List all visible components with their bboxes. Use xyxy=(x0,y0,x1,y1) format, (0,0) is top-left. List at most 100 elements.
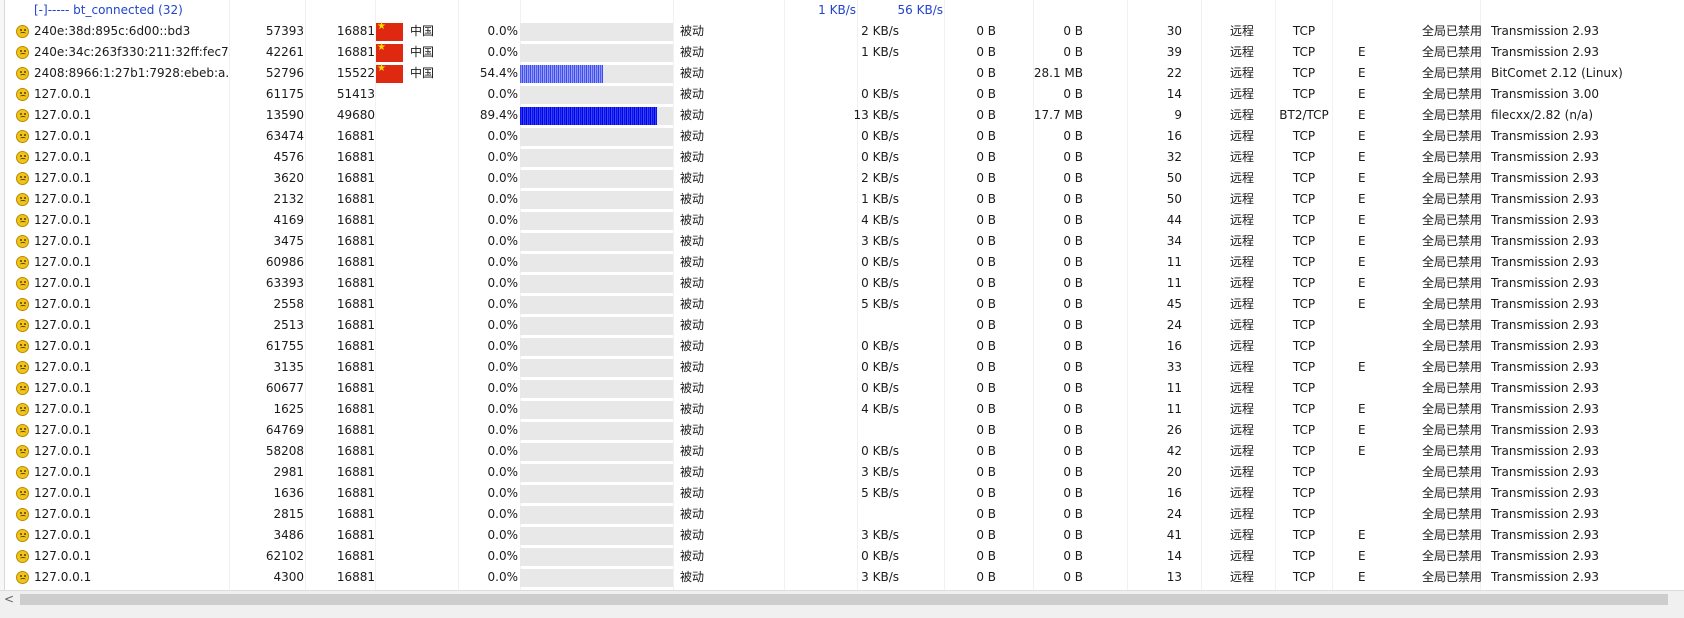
group-header-label[interactable]: [-]----- bt_connected (32) xyxy=(34,0,234,21)
connection-mode: 被动 xyxy=(680,171,705,185)
encryption-flag xyxy=(1358,378,1378,399)
scroll-thumb[interactable] xyxy=(20,594,1668,605)
scroll-left-icon[interactable]: < xyxy=(2,592,16,606)
peer-speed: 0 KB/s xyxy=(861,549,899,563)
peer-row[interactable]: 127.0.0.1 60677 16881 0.0% 被动 0 KB/s 0 B 0 B 11 远… xyxy=(6,378,1684,399)
left-edge xyxy=(0,0,5,590)
peer-status-face-icon xyxy=(16,46,29,59)
encryption-flag: E xyxy=(1358,171,1366,185)
peer-row[interactable]: 127.0.0.1 60986 16881 0.0% 被动 0 KB/s 0 B 0 B 11 远… xyxy=(6,252,1684,273)
peer-speed: 3 KB/s xyxy=(861,465,899,479)
peer-speed xyxy=(790,315,899,336)
peer-port: 42261 xyxy=(265,45,304,59)
peer-progress-text: 0.0% xyxy=(487,297,519,311)
peer-row[interactable]: 127.0.0.1 1625 16881 0.0% 被动 4 KB/s 0 B 0 B 11 远程… xyxy=(6,399,1684,420)
downloaded: 0 B xyxy=(976,150,996,164)
uploaded: 0 B xyxy=(1063,234,1083,248)
peer-progress-bar xyxy=(520,296,673,314)
peer-speed: 1 KB/s xyxy=(861,192,899,206)
encryption-flag: E xyxy=(1358,213,1366,227)
peer-row[interactable]: 127.0.0.1 3486 16881 0.0% 被动 3 KB/s 0 B 0 B 41 远程… xyxy=(6,525,1684,546)
protocol: TCP xyxy=(1292,549,1316,563)
peer-port: 61175 xyxy=(265,87,304,101)
connection-origin: 远程 xyxy=(1229,360,1254,374)
peer-row[interactable]: 127.0.0.1 2558 16881 0.0% 被动 5 KB/s 0 B 0 B 45 远程… xyxy=(6,294,1684,315)
connection-mode: 被动 xyxy=(680,192,705,206)
peer-row[interactable]: 2408:8966:1:27b1:7928:ebeb:a... 52796 1552… xyxy=(6,63,1684,84)
peer-row[interactable]: 127.0.0.1 3475 16881 0.0% 被动 3 KB/s 0 B 0 B 34 远程… xyxy=(6,231,1684,252)
peer-speed: 1 KB/s xyxy=(861,45,899,59)
encryption-flag: E xyxy=(1358,423,1366,437)
peer-row[interactable]: 127.0.0.1 61175 51413 0.0% 被动 0 KB/s 0 B 0 B 14 远… xyxy=(6,84,1684,105)
peer-row[interactable]: 127.0.0.1 4576 16881 0.0% 被动 0 KB/s 0 B 0 B 32 远程… xyxy=(6,147,1684,168)
downloaded: 0 B xyxy=(976,87,996,101)
downloaded: 0 B xyxy=(976,255,996,269)
peer-list[interactable]: [-]----- bt_connected (32) 1 KB/s 56 KB/… xyxy=(0,0,1684,590)
peer-row[interactable]: 127.0.0.1 2513 16881 0.0% 被动 0 B 0 B 24 远程 TCP 全局已… xyxy=(6,315,1684,336)
connection-origin: 远程 xyxy=(1229,24,1254,38)
peer-progress-bar xyxy=(520,317,673,335)
peer-progress-text: 0.0% xyxy=(487,318,519,332)
peer-row[interactable]: 127.0.0.1 13590 49680 89.4% 被动 13 KB/s 0 B 17.7… xyxy=(6,105,1684,126)
uploaded: 0 B xyxy=(1063,486,1083,500)
uploaded: 0 B xyxy=(1063,570,1083,584)
peer-count: 16 xyxy=(1166,339,1182,353)
local-port: 16881 xyxy=(336,24,375,38)
peer-row[interactable]: 127.0.0.1 3135 16881 0.0% 被动 0 KB/s 0 B 0 B 33 远程… xyxy=(6,357,1684,378)
peer-speed: 4 KB/s xyxy=(861,213,899,227)
peer-client: Transmission 2.93 xyxy=(1491,129,1600,143)
local-port: 16881 xyxy=(336,423,375,437)
peer-status-face-icon xyxy=(16,130,29,143)
peer-ip: 127.0.0.1 xyxy=(34,129,92,143)
peer-port: 13590 xyxy=(265,108,304,122)
peer-row[interactable]: 127.0.0.1 2132 16881 0.0% 被动 1 KB/s 0 B 0 B 50 远程… xyxy=(6,189,1684,210)
peer-row[interactable]: 127.0.0.1 63474 16881 0.0% 被动 0 KB/s 0 B 0 B 16 远… xyxy=(6,126,1684,147)
peer-progress-fill xyxy=(520,107,657,125)
horizontal-scrollbar[interactable]: < xyxy=(0,590,1684,608)
local-port: 16881 xyxy=(336,381,375,395)
peer-status-face-icon xyxy=(16,277,29,290)
peer-status-face-icon xyxy=(16,25,29,38)
protocol: TCP xyxy=(1292,297,1316,311)
uploaded: 0 B xyxy=(1063,381,1083,395)
uploaded: 0 B xyxy=(1063,24,1083,38)
peer-row[interactable]: 127.0.0.1 61755 16881 0.0% 被动 0 KB/s 0 B 0 B 16 远… xyxy=(6,336,1684,357)
group-header-row[interactable]: [-]----- bt_connected (32) 1 KB/s 56 KB/… xyxy=(6,0,1684,21)
encryption-flag xyxy=(1358,504,1378,525)
peer-row[interactable]: 127.0.0.1 63393 16881 0.0% 被动 0 KB/s 0 B 0 B 11 远… xyxy=(6,273,1684,294)
peer-row[interactable]: 127.0.0.1 3620 16881 0.0% 被动 2 KB/s 0 B 0 B 50 远程… xyxy=(6,168,1684,189)
downloaded: 0 B xyxy=(976,192,996,206)
peer-status: 全局已禁用 xyxy=(1421,129,1482,143)
connection-origin: 远程 xyxy=(1229,276,1254,290)
peer-speed: 0 KB/s xyxy=(861,276,899,290)
downloaded: 0 B xyxy=(976,528,996,542)
peer-row[interactable]: 127.0.0.1 62102 16881 0.0% 被动 0 KB/s 0 B 0 B 14 远… xyxy=(6,546,1684,567)
protocol: TCP xyxy=(1292,360,1316,374)
peer-row[interactable]: 240e:34c:263f330:211:32ff:fec7... 42261 16… xyxy=(6,42,1684,63)
peer-row[interactable]: 127.0.0.1 2815 16881 0.0% 被动 0 B 0 B 24 远程 TCP 全局已… xyxy=(6,504,1684,525)
peer-client: Transmission 2.93 xyxy=(1491,234,1600,248)
peer-row[interactable]: 127.0.0.1 4169 16881 0.0% 被动 4 KB/s 0 B 0 B 44 远程… xyxy=(6,210,1684,231)
protocol: TCP xyxy=(1292,234,1316,248)
peer-row[interactable]: 127.0.0.1 64769 16881 0.0% 被动 0 B 0 B 26 远程 TCP E 全… xyxy=(6,420,1684,441)
peer-row[interactable]: 127.0.0.1 4300 16881 0.0% 被动 3 KB/s 0 B 0 B 13 远程… xyxy=(6,567,1684,588)
peer-ip: 127.0.0.1 xyxy=(34,528,92,542)
peer-row[interactable]: 127.0.0.1 58208 16881 0.0% 被动 0 KB/s 0 B 0 B 42 远… xyxy=(6,441,1684,462)
peer-speed: 5 KB/s xyxy=(861,486,899,500)
peer-country xyxy=(410,357,464,378)
uploaded: 0 B xyxy=(1063,549,1083,563)
connection-mode: 被动 xyxy=(680,465,705,479)
peer-count: 34 xyxy=(1166,234,1182,248)
connection-mode: 被动 xyxy=(680,234,705,248)
peer-client: Transmission 2.93 xyxy=(1491,276,1600,290)
peer-progress-bar xyxy=(520,44,673,62)
uploaded: 0 B xyxy=(1063,360,1083,374)
peer-country xyxy=(410,84,464,105)
peer-country xyxy=(410,168,464,189)
connection-origin: 远程 xyxy=(1229,423,1254,437)
connection-mode: 被动 xyxy=(680,108,705,122)
peer-row[interactable]: 240e:38d:895c:6d00::bd3 57393 16881 中国 0.0% 被… xyxy=(6,21,1684,42)
peer-row[interactable]: 127.0.0.1 2981 16881 0.0% 被动 3 KB/s 0 B 0 B 20 远程… xyxy=(6,462,1684,483)
peer-row[interactable]: 127.0.0.1 1636 16881 0.0% 被动 5 KB/s 0 B 0 B 16 远程… xyxy=(6,483,1684,504)
peer-port: 4300 xyxy=(273,570,304,584)
